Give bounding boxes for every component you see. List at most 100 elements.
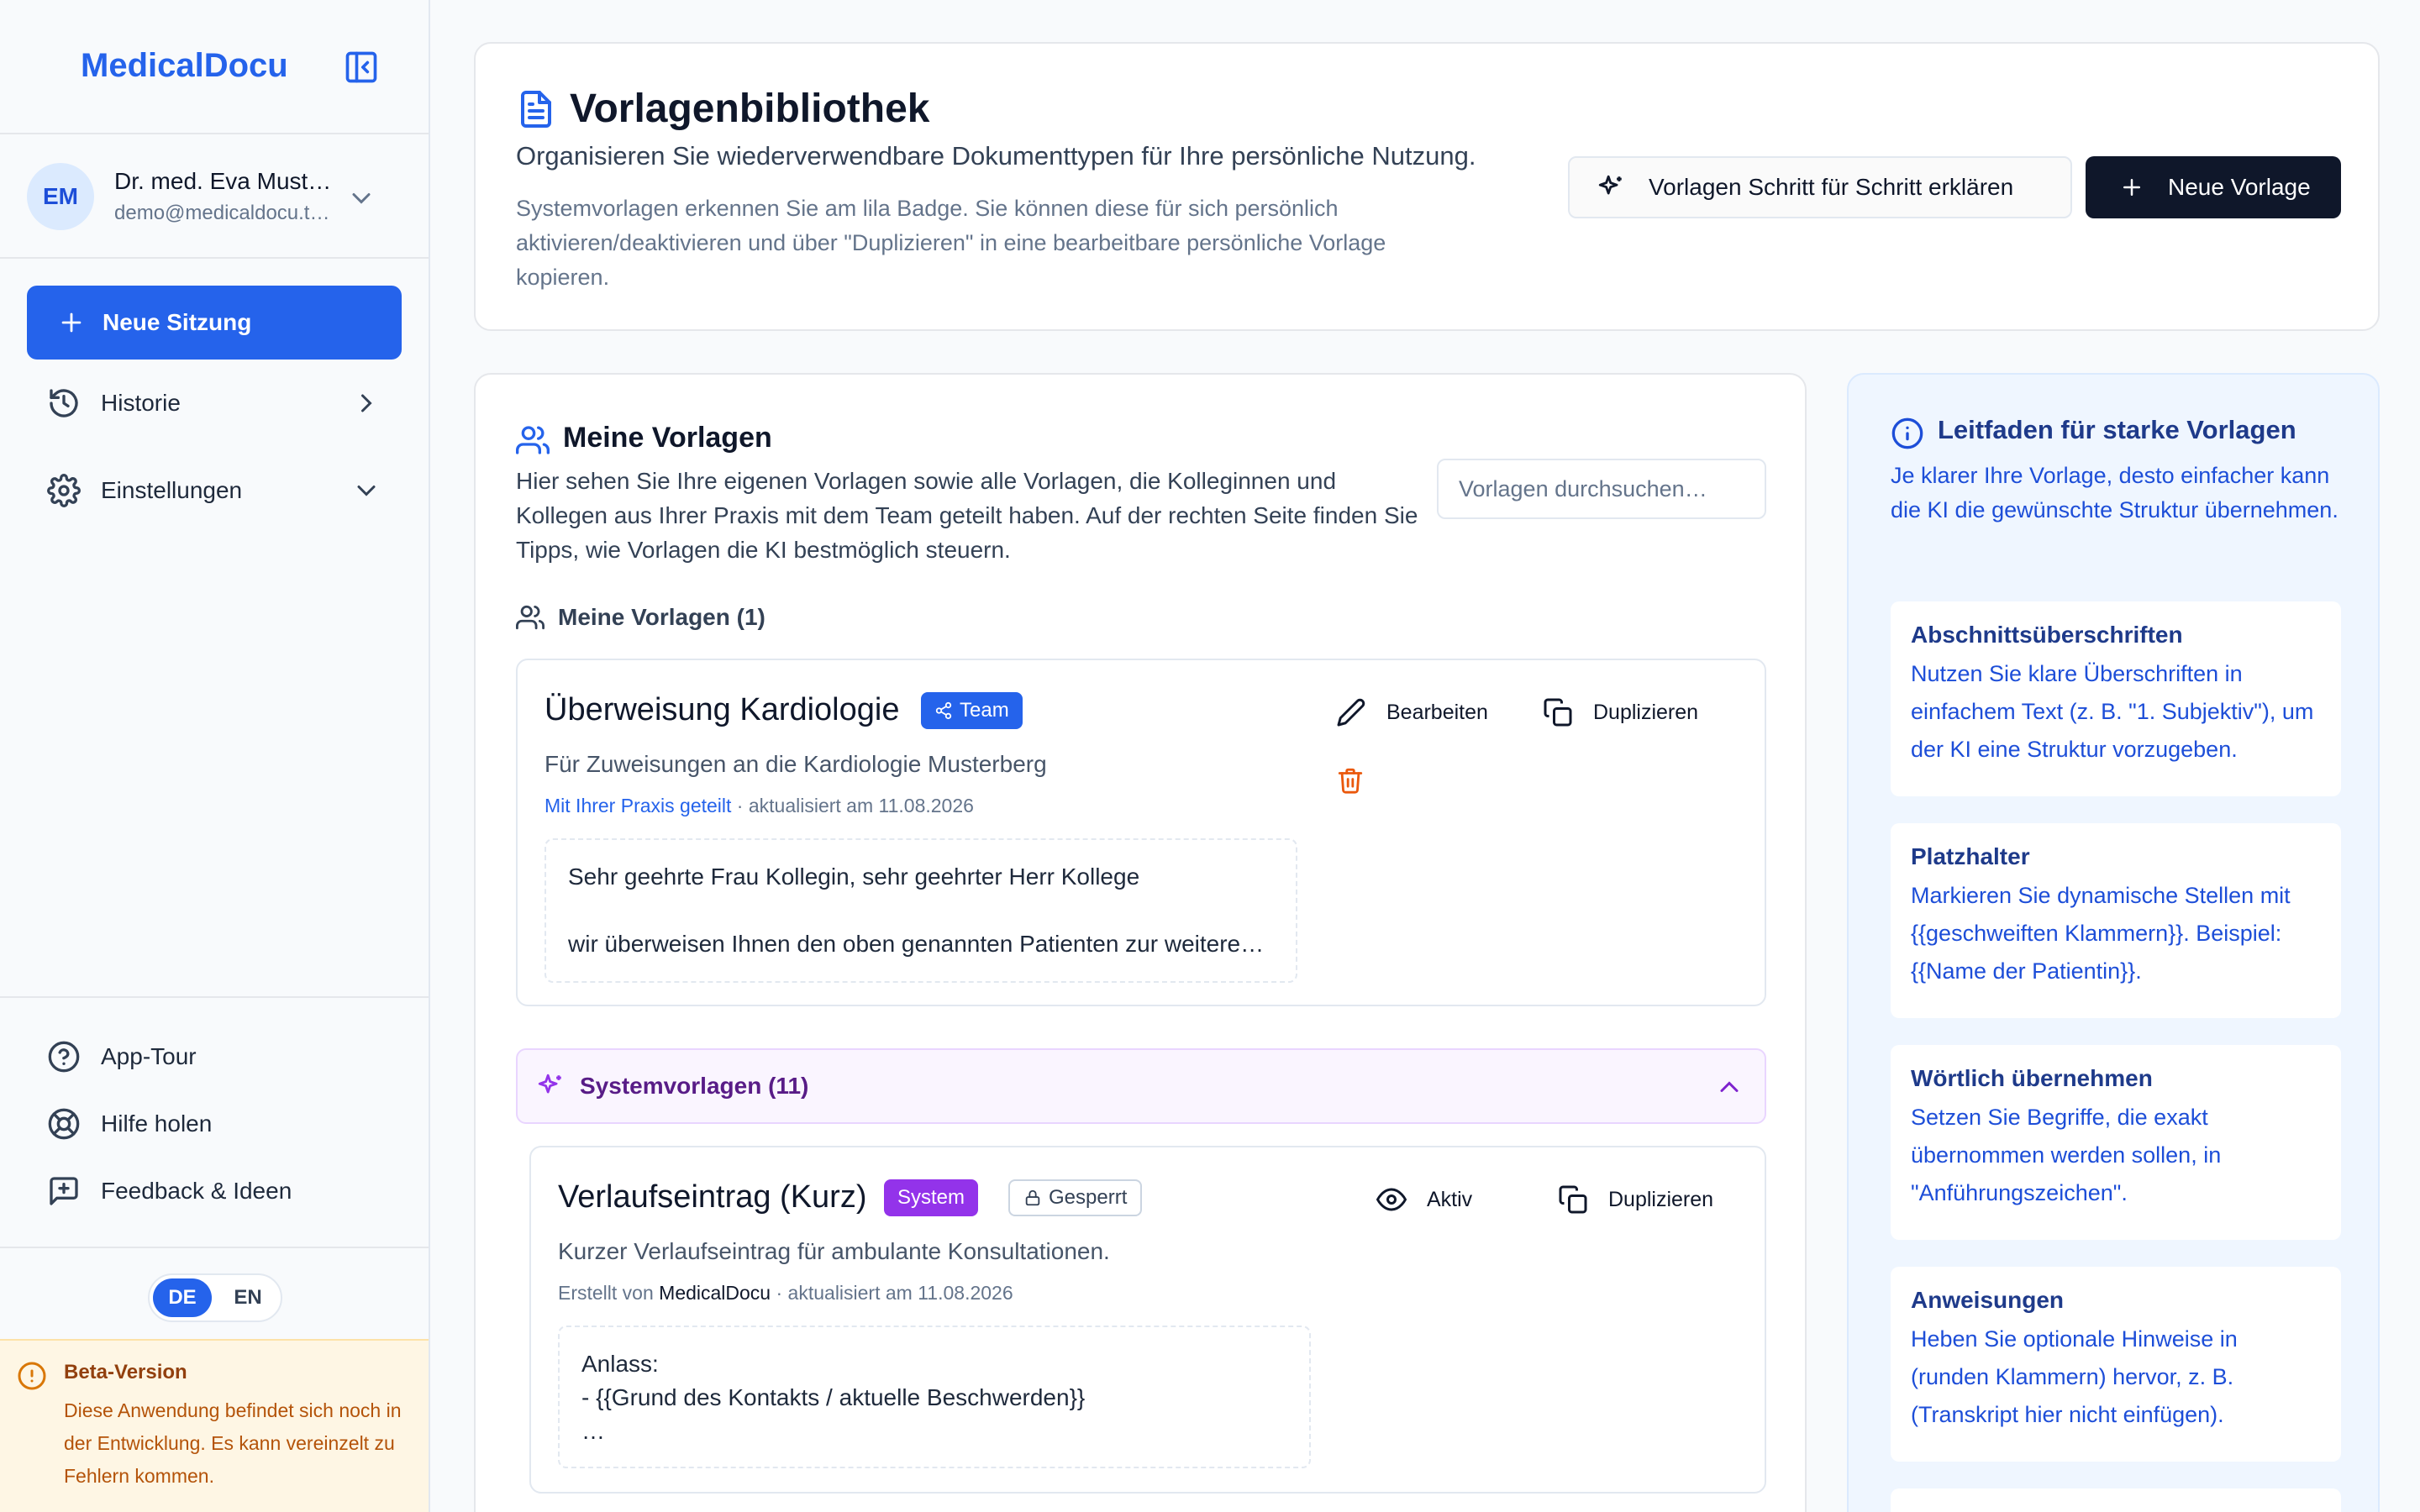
sidebar-item-label: App-Tour xyxy=(101,1043,197,1069)
sidebar-item-historie[interactable]: Historie xyxy=(27,370,402,437)
chevron-right-icon xyxy=(361,394,372,412)
tip-title: Abschnittsüberschriften xyxy=(1911,622,2183,648)
guide-tip xyxy=(1891,1488,2341,1512)
user-email: demo@medicaldocu.t… xyxy=(114,202,330,224)
sidebar: MedicalDocu EM Dr. med. Eva Must… demo@m… xyxy=(0,0,430,1512)
bottom-nav: App-Tour Hilfe holen Feedback & Ideen xyxy=(0,996,429,1248)
template-preview: Anlass: - {{Grund des Kontakts / aktuell… xyxy=(558,1326,1311,1468)
tip-text: Heben Sie optionale Hinweise in (runden … xyxy=(1911,1326,2238,1427)
template-title: Verlaufseintrag (Kurz) xyxy=(558,1179,867,1215)
lifebuoy-icon xyxy=(48,1108,80,1140)
info-icon xyxy=(1891,417,1923,449)
created-prefix: Erstellt von xyxy=(558,1282,654,1304)
template-search-input[interactable] xyxy=(1437,459,1766,519)
shared-link[interactable]: Mit Ihrer Praxis geteilt xyxy=(544,795,731,816)
feedback-icon xyxy=(50,1177,78,1205)
preview-line: Sehr geehrte Frau Kollegin, sehr geehrte… xyxy=(568,864,1140,890)
collapse-sidebar-icon[interactable] xyxy=(343,49,380,86)
guide-tip: Wörtlich übernehmen Setzen Sie Begriffe,… xyxy=(1891,1045,2341,1240)
explain-templates-button[interactable]: Vorlagen Schritt für Schritt erklären xyxy=(1568,156,2072,218)
locked-badge: Gesperrt xyxy=(1008,1179,1143,1216)
updated-text: · aktualisiert am 11.08.2026 xyxy=(776,1282,1013,1304)
badge-label: Gesperrt xyxy=(1049,1186,1128,1209)
my-templates-group-header: Meine Vorlagen (1) xyxy=(516,603,765,632)
sidebar-item-einstellungen[interactable]: Einstellungen xyxy=(27,457,402,524)
duplicate-button[interactable]: Duplizieren xyxy=(1543,697,1698,727)
tip-title: Wörtlich übernehmen xyxy=(1911,1065,2153,1091)
brand-logo[interactable]: MedicalDocu xyxy=(81,47,288,85)
beta-notice: Beta-Version Diese Anwendung befindet si… xyxy=(0,1339,429,1512)
active-toggle[interactable]: Aktiv xyxy=(1376,1184,1472,1215)
page-description: Systemvorlagen erkennen Sie am lila Badg… xyxy=(516,196,1386,290)
page-subtitle: Organisieren Sie wiederverwendbare Dokum… xyxy=(516,141,1476,171)
sparkles-icon xyxy=(538,1074,561,1094)
plus-icon xyxy=(2123,179,2140,196)
tip-text: Markieren Sie dynamische Stellen mit {{g… xyxy=(1911,883,2291,984)
share-icon xyxy=(935,701,952,720)
eye-icon xyxy=(1376,1188,1407,1211)
lock-icon xyxy=(1025,1189,1040,1206)
plus-icon xyxy=(61,312,82,333)
guide-title: Leitfaden für starke Vorlagen xyxy=(1938,415,2296,444)
document-icon xyxy=(521,91,551,128)
system-templates-label: Systemvorlagen (11) xyxy=(580,1073,809,1099)
duplicate-button[interactable]: Duplizieren xyxy=(1558,1184,1713,1215)
edit-label: Bearbeiten xyxy=(1386,700,1488,724)
copy-icon xyxy=(1544,698,1572,727)
template-guide: Leitfaden für starke Vorlagen Je klarer … xyxy=(1847,373,2380,1512)
template-description: Kurzer Verlaufseintrag für ambulante Kon… xyxy=(558,1238,1110,1264)
system-template-card: Verlaufseintrag (Kurz) System Gesperrt K… xyxy=(529,1146,1766,1494)
lang-en-button[interactable]: EN xyxy=(218,1278,277,1317)
guide-intro: Je klarer Ihre Vorlage, desto einfacher … xyxy=(1891,463,2338,522)
language-row: DE EN xyxy=(0,1247,429,1341)
created-by: MedicalDocu xyxy=(659,1282,771,1304)
section-description: Hier sehen Sie Ihre eigenen Vorlagen sow… xyxy=(516,468,1418,563)
sidebar-item-label: Feedback & Ideen xyxy=(101,1178,292,1204)
explain-templates-label: Vorlagen Schritt für Schritt erklären xyxy=(1649,174,2014,200)
user-menu[interactable]: EM Dr. med. Eva Must… demo@medicaldocu.t… xyxy=(0,134,429,259)
duplicate-label: Duplizieren xyxy=(1608,1187,1714,1211)
pencil-icon xyxy=(1337,698,1365,727)
new-template-button[interactable]: Neue Vorlage xyxy=(2086,156,2341,218)
updated-text: · aktualisiert am 11.08.2026 xyxy=(736,795,974,816)
guide-tip: Abschnittsüberschriften Nutzen Sie klare… xyxy=(1891,601,2341,796)
lang-de-button[interactable]: DE xyxy=(153,1278,212,1317)
language-toggle[interactable]: DE EN xyxy=(148,1273,282,1322)
edit-button[interactable]: Bearbeiten xyxy=(1336,697,1488,727)
library-header: Vorlagenbibliothek Organisieren Sie wied… xyxy=(474,42,2380,331)
template-title: Überweisung Kardiologie xyxy=(544,692,900,727)
sidebar-item-label: Einstellungen xyxy=(101,477,243,503)
help-circle-icon xyxy=(48,1041,80,1073)
tip-title: Platzhalter xyxy=(1911,843,2030,869)
template-description: Für Zuweisungen an die Kardiologie Muste… xyxy=(544,751,1047,777)
system-badge: System xyxy=(884,1179,979,1216)
beta-text: Diese Anwendung befindet sich noch in de… xyxy=(64,1399,402,1487)
brand-row: MedicalDocu xyxy=(0,0,429,134)
guide-tip: Platzhalter Markieren Sie dynamische Ste… xyxy=(1891,823,2341,1018)
duplicate-label: Duplizieren xyxy=(1593,700,1699,724)
preview-line: wir überweisen Ihnen den oben genannten … xyxy=(568,931,1265,957)
trash-icon[interactable] xyxy=(1336,766,1365,795)
system-templates-toggle[interactable]: Systemvorlagen (11) xyxy=(516,1048,1766,1124)
my-templates-section: Meine Vorlagen Hier sehen Sie Ihre eigen… xyxy=(474,373,1807,1512)
template-meta: Mit Ihrer Praxis geteilt · aktualisiert … xyxy=(544,795,974,817)
tip-text: Setzen Sie Begriffe, die exakt übernomme… xyxy=(1911,1105,2222,1205)
new-template-label: Neue Vorlage xyxy=(2168,174,2311,200)
sidebar-item-hilfe[interactable]: Hilfe holen xyxy=(27,1090,402,1158)
chevron-up-icon xyxy=(1720,1081,1739,1092)
guide-tip: Anweisungen Heben Sie optionale Hinweise… xyxy=(1891,1267,2341,1462)
users-icon xyxy=(516,605,544,630)
user-name: Dr. med. Eva Must… xyxy=(114,168,332,194)
sidebar-item-feedback[interactable]: Feedback & Ideen xyxy=(27,1158,402,1225)
tip-title: Anweisungen xyxy=(1911,1287,2065,1313)
team-badge: Team xyxy=(921,692,1023,729)
sidebar-item-label: Hilfe holen xyxy=(101,1110,213,1137)
section-title: Meine Vorlagen xyxy=(563,422,772,454)
sidebar-item-app-tour[interactable]: App-Tour xyxy=(27,1023,402,1090)
alert-circle-icon xyxy=(18,1362,46,1390)
users-icon xyxy=(516,426,550,454)
chevron-down-icon[interactable] xyxy=(346,183,376,213)
badge-label: Team xyxy=(960,699,1009,722)
new-session-button[interactable]: Neue Sitzung xyxy=(27,286,402,360)
preview-line: - {{Grund des Kontakts / aktuelle Beschw… xyxy=(581,1384,1086,1410)
